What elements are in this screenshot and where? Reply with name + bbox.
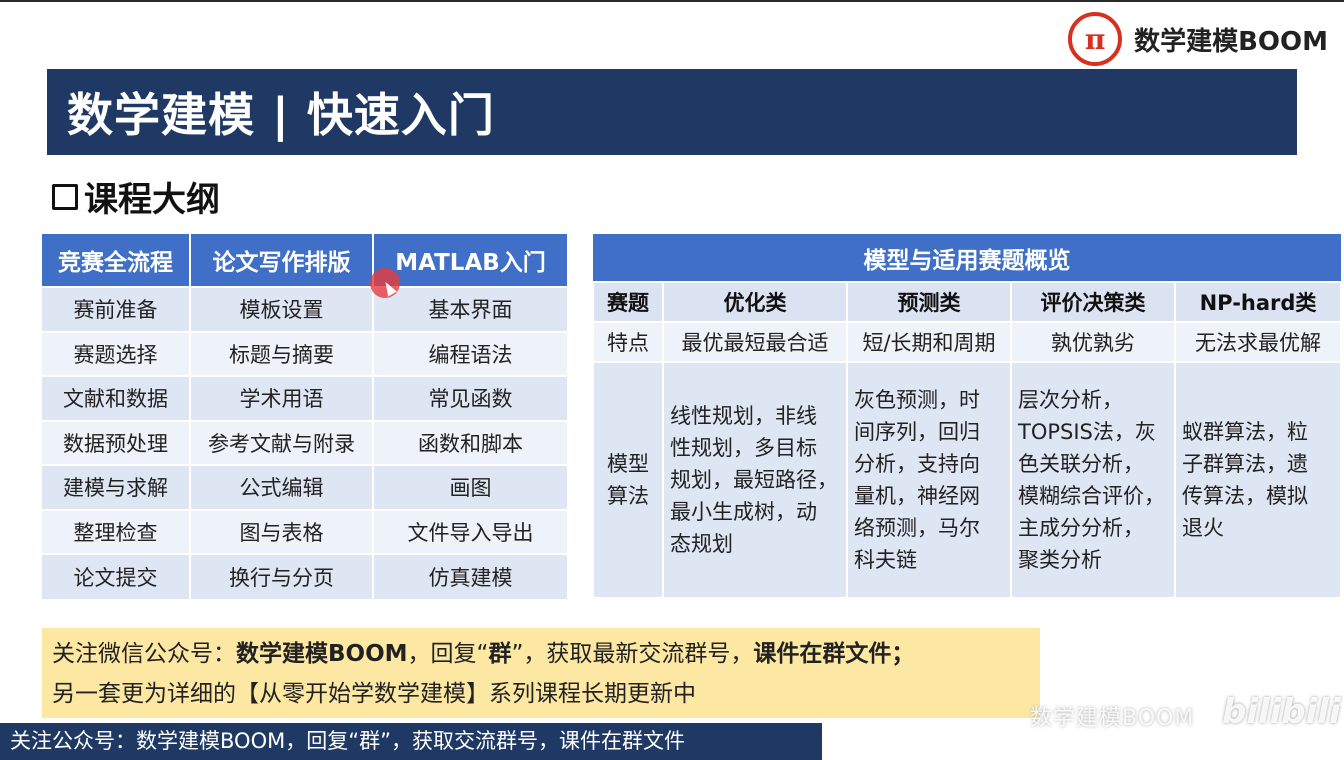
table-row: 赛前准备 模板设置 基本界面 — [42, 286, 569, 332]
table-cell: 公式编辑 — [190, 464, 374, 510]
notice-bold-text: 群 — [488, 641, 512, 667]
model-column-header-row: 赛题 优化类 预测类 评价决策类 NP-hard类 — [592, 281, 1343, 323]
table-cell: 文献和数据 — [42, 375, 191, 421]
table-cell: 学术用语 — [190, 375, 374, 421]
table-cell: 文件导入导出 — [373, 508, 569, 554]
table-cell: 建模与求解 — [42, 464, 191, 510]
table-cell: 模板设置 — [190, 286, 374, 332]
table-cell: 无法求最优解 — [1173, 321, 1343, 363]
table-row: 文献和数据 学术用语 常见函数 — [42, 375, 569, 421]
table-cell: 图与表格 — [190, 508, 374, 554]
section-heading-text: 课程大纲 — [84, 180, 220, 220]
table-row: 整理检查 图与表格 文件导入导出 — [42, 508, 569, 554]
table-cell: 模型 算法 — [592, 361, 664, 599]
table-cell: 论文提交 — [42, 553, 191, 599]
table-cell: 参考文献与附录 — [190, 419, 374, 465]
title-banner: 数学建模 | 快速入门 — [47, 69, 1297, 155]
notice-text: ”，获取最新交流群号， — [511, 641, 754, 667]
algorithm-row: 模型 算法 线性规划，非线 性规划，多目标 规划，最短路径， 最小生成树，动 态… — [592, 361, 1343, 599]
notice-line-1: 关注微信公众号：数学建模BOOM，回复“群”，获取最新交流群号，课件在群文件； — [52, 634, 1030, 674]
subtitle-caption: 关注公众号：数学建模BOOM，回复“群”，获取交流群号，课件在群文件 — [0, 723, 822, 760]
model-column-header: 赛题 — [592, 281, 664, 323]
model-column-header: 预测类 — [846, 281, 1012, 323]
table-row: 赛题选择 标题与摘要 编程语法 — [42, 330, 569, 376]
table-cell: 标题与摘要 — [190, 330, 374, 376]
brand-name: 数学建模BOOM — [1134, 26, 1328, 57]
bilibili-logo-icon: bilibili — [1222, 692, 1341, 732]
outline-header-cell: MATLAB入门 — [373, 234, 569, 287]
watermark-text: 数学建模BOOM — [1030, 706, 1195, 731]
table-cell: 仿真建模 — [373, 553, 569, 599]
notice-bold-text: 课件在群文件； — [753, 641, 915, 667]
table-cell: 短/长期和周期 — [846, 321, 1012, 363]
table-cell: 蚁群算法，粒 子群算法，遗 传算法，模拟 退火 — [1173, 361, 1343, 599]
notice-box: 关注微信公众号：数学建模BOOM，回复“群”，获取最新交流群号，课件在群文件； … — [42, 628, 1040, 718]
brand-logo: π 数学建模BOOM — [1068, 12, 1328, 66]
notice-bold-text: 数学建模BOOM — [236, 641, 408, 667]
table-cell: 基本界面 — [373, 286, 569, 332]
model-table-title: 模型与适用赛题概览 — [593, 234, 1342, 282]
table-cell: 线性规划，非线 性规划，多目标 规划，最短路径， 最小生成树，动 态规划 — [662, 361, 848, 599]
table-cell: 整理检查 — [42, 508, 191, 554]
model-overview-table: 模型与适用赛题概览 赛题 优化类 预测类 评价决策类 NP-hard类 特点 最… — [592, 234, 1343, 599]
model-column-header: 优化类 — [662, 281, 848, 323]
table-row: 论文提交 换行与分页 仿真建模 — [42, 553, 569, 599]
checkbox-bullet-icon — [52, 183, 78, 210]
table-cell: 最优最短最合适 — [662, 321, 848, 363]
model-column-header: 评价决策类 — [1010, 281, 1176, 323]
table-cell: 数据预处理 — [42, 419, 191, 465]
course-outline-table: 竞赛全流程 论文写作排版 MATLAB入门 赛前准备 模板设置 基本界面 赛题选… — [42, 234, 569, 599]
table-cell: 换行与分页 — [190, 553, 374, 599]
model-table-title-row: 模型与适用赛题概览 — [593, 234, 1342, 282]
notice-text: ，回复“ — [407, 641, 489, 667]
table-cell: 特点 — [592, 321, 664, 363]
top-divider — [0, 0, 1344, 2]
table-cell: 常见函数 — [373, 375, 569, 421]
slide-title: 数学建模 | 快速入门 — [67, 88, 495, 142]
feature-row: 特点 最优最短最合适 短/长期和周期 孰优孰劣 无法求最优解 — [592, 321, 1343, 363]
table-row: 数据预处理 参考文献与附录 函数和脚本 — [42, 419, 569, 465]
table-cell: 层次分析， TOPSIS法，灰 色关联分析， 模糊综合评价， 主成分分析， 聚类… — [1010, 361, 1176, 599]
outline-header-cell: 竞赛全流程 — [42, 234, 191, 287]
table-cell: 赛前准备 — [42, 286, 191, 332]
model-column-header: NP-hard类 — [1173, 281, 1343, 323]
table-cell: 画图 — [373, 464, 569, 510]
outline-header-row: 竞赛全流程 论文写作排版 MATLAB入门 — [42, 234, 569, 287]
table-cell: 函数和脚本 — [373, 419, 569, 465]
pi-logo-icon: π — [1068, 12, 1123, 66]
table-cell: 灰色预测，时 间序列，回归 分析，支持向 量机，神经网 络预测，马尔 科夫链 — [846, 361, 1012, 599]
table-cell: 孰优孰劣 — [1010, 321, 1176, 363]
notice-line-2: 另一套更为详细的【从零开始学数学建模】系列课程长期更新中 — [52, 681, 696, 707]
table-row: 建模与求解 公式编辑 画图 — [42, 464, 569, 510]
section-heading: 课程大纲 — [52, 172, 220, 221]
table-cell: 编程语法 — [373, 330, 569, 376]
table-cell: 赛题选择 — [42, 330, 191, 376]
notice-text: 关注微信公众号： — [52, 641, 236, 667]
outline-header-cell: 论文写作排版 — [190, 234, 374, 287]
